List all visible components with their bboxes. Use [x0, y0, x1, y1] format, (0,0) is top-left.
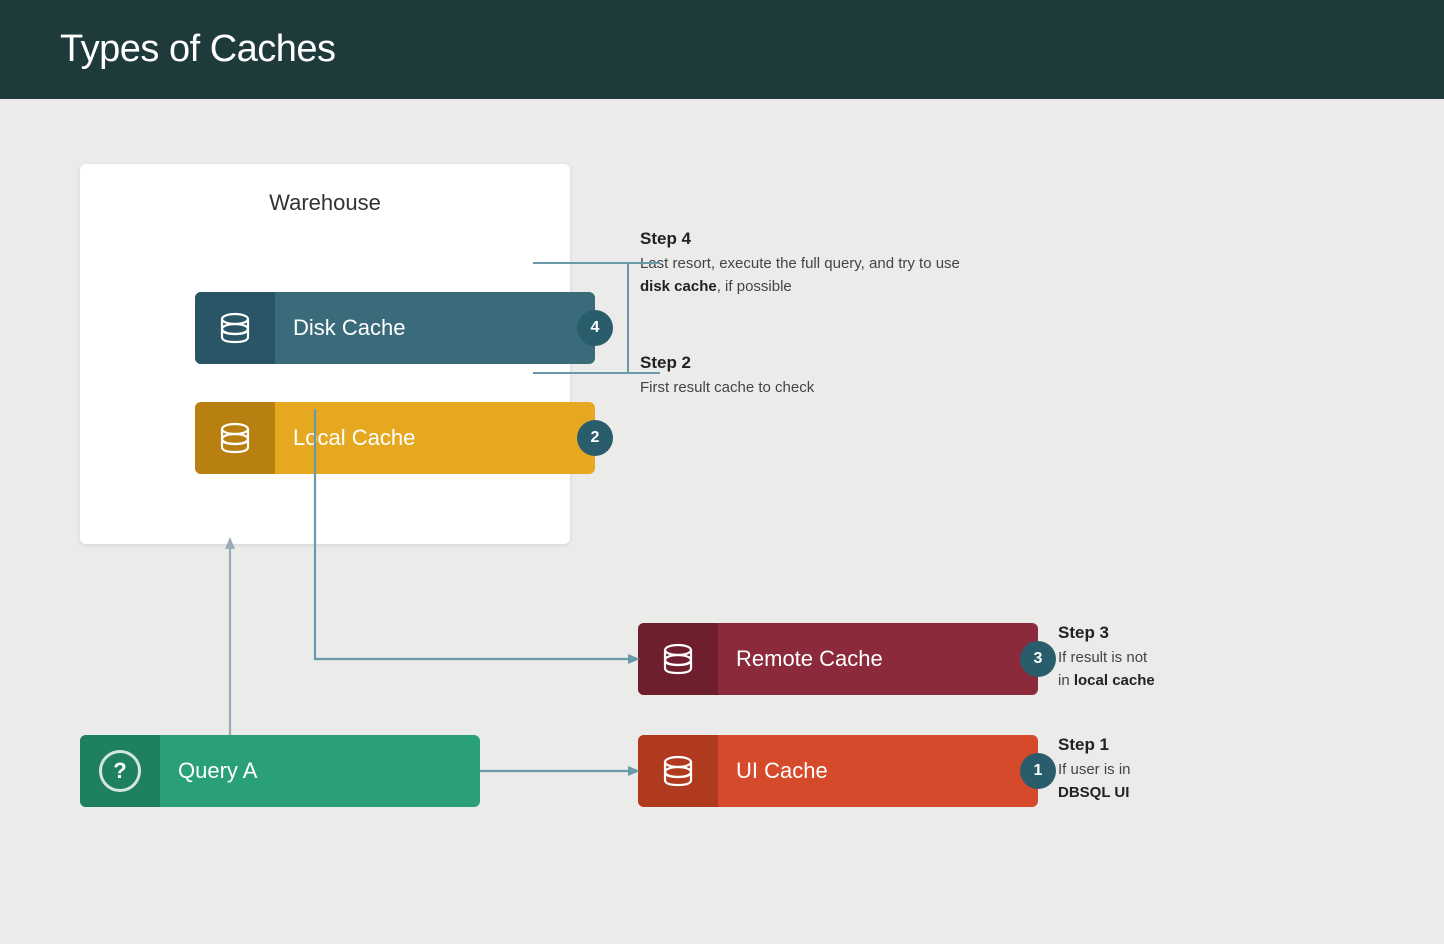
query-a-item: ? Query A	[80, 735, 480, 807]
page-header: Types of Caches	[0, 0, 1444, 99]
step4-body: Last resort, execute the full query, and…	[640, 253, 980, 298]
ui-cache-wrapper: UI Cache 1	[638, 735, 1038, 807]
remote-cache-db-icon	[659, 640, 697, 678]
ui-cache-item: UI Cache 1	[638, 735, 1038, 807]
remote-cache-wrapper: Remote Cache 3	[638, 623, 1038, 695]
step3-body: If result is notin local cache	[1058, 647, 1298, 692]
ui-cache-label: UI Cache	[718, 758, 1038, 784]
ui-cache-icon-box	[638, 735, 718, 807]
remote-cache-badge: 3	[1020, 641, 1056, 677]
warehouse-box: Warehouse Disk Cache 4	[80, 164, 570, 544]
local-cache-badge: 2	[577, 420, 613, 456]
step4-title: Step 4	[640, 229, 980, 249]
step3-text: Step 3 If result is notin local cache	[1058, 623, 1298, 692]
remote-cache-label: Remote Cache	[718, 646, 1038, 672]
step2-title: Step 2	[640, 353, 940, 373]
step1-body: If user is inDBSQL UI	[1058, 759, 1278, 804]
step4-suffix: , if possible	[717, 278, 792, 295]
step4-text: Step 4 Last resort, execute the full que…	[640, 229, 980, 298]
step3-bold: local cache	[1074, 672, 1155, 689]
ui-cache-badge: 1	[1020, 753, 1056, 789]
step3-title: Step 3	[1058, 623, 1298, 643]
local-cache-icon-box	[195, 402, 275, 474]
remote-cache-item: Remote Cache 3	[638, 623, 1038, 695]
disk-cache-label: Disk Cache	[275, 315, 595, 341]
step1-text: Step 1 If user is inDBSQL UI	[1058, 735, 1278, 804]
disk-cache-db-icon	[216, 309, 254, 347]
step2-body: First result cache to check	[640, 377, 940, 400]
local-cache-wrapper: Local Cache 2	[195, 402, 595, 474]
disk-cache-badge: 4	[577, 310, 613, 346]
main-content: Warehouse Disk Cache 4	[0, 99, 1444, 944]
step2-text: Step 2 First result cache to check	[640, 353, 940, 400]
disk-cache-wrapper: Disk Cache 4	[195, 292, 595, 364]
remote-cache-icon-box	[638, 623, 718, 695]
query-a-icon-box: ?	[80, 735, 160, 807]
question-mark-icon: ?	[99, 750, 141, 792]
ui-cache-db-icon	[659, 752, 697, 790]
disk-cache-item: Disk Cache 4	[195, 292, 595, 364]
warehouse-label: Warehouse	[80, 164, 570, 216]
local-cache-item: Local Cache 2	[195, 402, 595, 474]
query-a-label: Query A	[160, 758, 480, 784]
local-cache-label: Local Cache	[275, 425, 595, 451]
step4-body-prefix: Last resort, execute the full query, and…	[640, 255, 960, 272]
step1-bold: DBSQL UI	[1058, 784, 1129, 801]
local-cache-db-icon	[216, 419, 254, 457]
step1-title: Step 1	[1058, 735, 1278, 755]
disk-cache-icon-box	[195, 292, 275, 364]
query-a-wrapper: ? Query A	[80, 735, 480, 807]
step4-bold: disk cache	[640, 278, 717, 295]
page-title: Types of Caches	[60, 28, 1384, 71]
